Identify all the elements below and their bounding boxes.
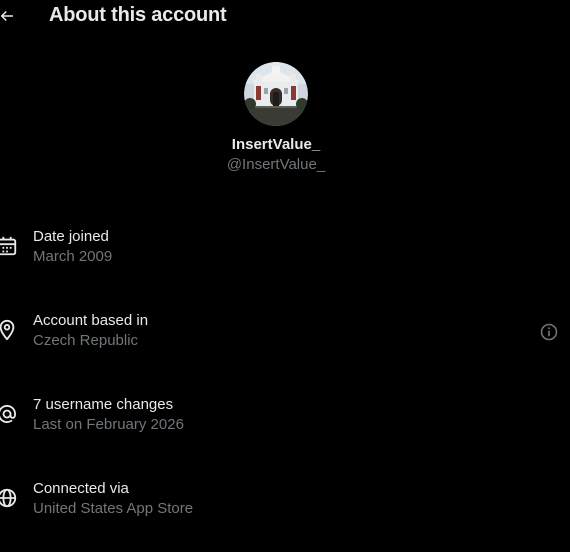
connected-via-value: United States App Store xyxy=(33,500,194,517)
connected-via-label: Connected via xyxy=(33,480,129,497)
connected-via-text: Connected via United States App Store xyxy=(33,479,193,519)
avatar[interactable] xyxy=(244,62,308,126)
header: About this account xyxy=(0,0,570,34)
date-joined-value: March 2009 xyxy=(33,248,113,265)
avatar-image xyxy=(244,62,308,126)
date-joined-row: Date joined March 2009 xyxy=(0,227,570,271)
display-name: InsertValue_ xyxy=(231,136,321,153)
arrow-left-icon xyxy=(0,10,13,22)
connected-via-row: Connected via United States App Store xyxy=(0,479,570,523)
username-changes-value: Last on February 2026 xyxy=(33,416,184,433)
username-changes-text: 7 username changes Last on February 2026 xyxy=(33,395,184,435)
username-changes-row: 7 username changes Last on February 2026 xyxy=(0,395,570,439)
account-location-value: Czech Republic xyxy=(33,332,139,349)
page-title: About this account xyxy=(49,4,227,26)
date-joined-text: Date joined March 2009 xyxy=(33,227,112,267)
username-changes-label: 7 username changes xyxy=(33,396,174,413)
date-joined-label: Date joined xyxy=(33,228,109,245)
globe-icon xyxy=(0,488,17,508)
info-icon[interactable] xyxy=(539,322,559,342)
back-button[interactable] xyxy=(0,4,18,28)
location-pin-icon xyxy=(0,319,15,341)
account-location-label: Account based in xyxy=(33,312,149,329)
account-location-row: Account based in Czech Republic xyxy=(0,311,570,355)
calendar-icon xyxy=(0,236,17,256)
at-sign-icon xyxy=(0,405,16,423)
profile-summary: InsertValue_ @InsertValue_ xyxy=(0,62,552,175)
account-handle: @InsertValue_ xyxy=(226,156,326,173)
account-location-text: Account based in Czech Republic xyxy=(33,311,148,351)
